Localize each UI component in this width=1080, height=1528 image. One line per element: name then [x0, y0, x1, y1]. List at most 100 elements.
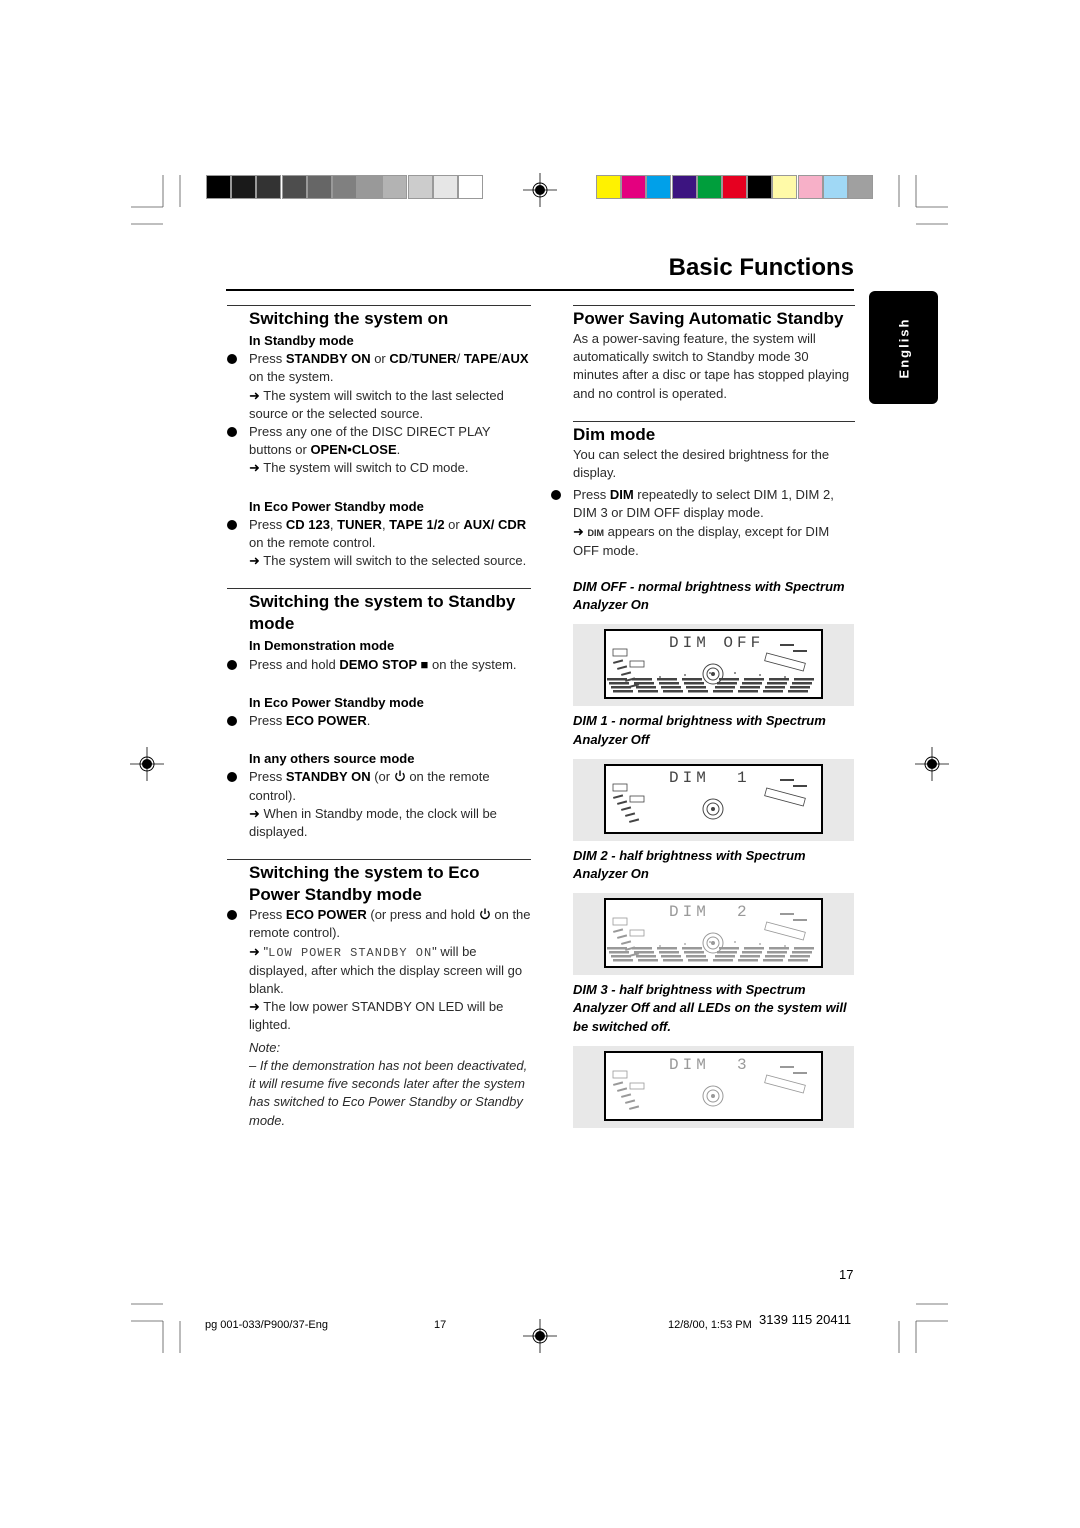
arrow-right-icon: ➜ [249, 553, 264, 569]
button-name: TAPE 1/2 [389, 516, 445, 532]
result-item: ➜ "LOW POWER STANDBY ON" will be display… [249, 943, 531, 999]
display-caption: DIM OFF - normal brightness with Spectru… [573, 579, 845, 613]
lcd-display-text: DIM OFF [669, 634, 765, 653]
page-number: 17 [839, 1267, 854, 1282]
text-segment: Press [249, 516, 286, 532]
bullet-icon [227, 659, 237, 670]
section-heading: Dim mode [573, 424, 656, 444]
text-segment: The system will switch to CD mode. [263, 460, 469, 476]
page-title: Basic Functions [668, 254, 854, 281]
text-segment: on the system. [428, 656, 517, 672]
section-rule [573, 420, 855, 422]
display-caption: DIM 3 - half brightness with Spectrum An… [573, 982, 847, 1034]
right-column: Power Saving Automatic Standby As a power… [551, 305, 855, 1134]
text-segment: Press and hold [249, 656, 340, 672]
arrow-right-icon: ➜ [249, 805, 264, 821]
color-swatch [747, 175, 773, 199]
paragraph: You can select the desired brightness fo… [573, 446, 855, 482]
print-marks [130, 173, 949, 1353]
arrow-right-icon: ➜ [249, 943, 264, 959]
color-swatch [671, 175, 697, 199]
gray-swatch [382, 175, 408, 199]
button-name: ECO POWER [285, 907, 367, 923]
language-label: English [896, 317, 911, 378]
gray-swatch [306, 175, 332, 199]
color-swatch [621, 175, 647, 199]
gray-swatch [357, 175, 383, 199]
gray-swatch [458, 175, 483, 199]
language-tab: English [869, 291, 938, 404]
section-rule [227, 588, 531, 590]
lcd-display-text: DIM 1 [669, 768, 751, 787]
power-icon [394, 770, 405, 782]
lcd-display-text: DIM 3 [669, 1055, 751, 1074]
subheading: In any others source mode [249, 751, 415, 767]
bullet-icon [227, 519, 237, 530]
lcd-display-illustration: DIM 3 [573, 1045, 854, 1128]
bullet-item: Press CD 123, TUNER, TAPE 1/2 or AUX/ CD… [227, 516, 531, 552]
color-swatch [696, 175, 722, 199]
footer-datetime: 12/8/00, 1:53 PM [668, 1319, 752, 1331]
bullet-item: Press any one of the DISC DIRECT PLAY bu… [227, 423, 531, 459]
text-segment: or [370, 351, 390, 367]
button-name: DEMO STOP ■ [339, 656, 429, 672]
arrow-right-icon: ➜ [573, 523, 588, 539]
text-segment: on the remote control. [249, 535, 376, 551]
text-segment: . [366, 713, 371, 729]
section-heading: Switching the system to Eco Power Standb… [249, 863, 480, 905]
subheading: In Standby mode [249, 333, 354, 348]
text-segment: You can select the desired brightness fo… [573, 446, 830, 481]
arrow-right-icon: ➜ [249, 460, 264, 476]
button-name: CD [389, 351, 409, 367]
subheading: In Eco Power Standby mode [249, 498, 424, 514]
footer-file-page: 17 [434, 1319, 447, 1331]
result-item: ➜ The system will switch to the selected… [249, 552, 531, 570]
result-item: ➜ DIM appears on the display, except for… [573, 523, 855, 560]
text-segment: Press [249, 713, 286, 729]
registration-mark-icon [523, 173, 557, 207]
section-heading: Switching the system on [249, 309, 449, 328]
text-segment: Press [249, 907, 286, 923]
bullet-icon [227, 427, 237, 438]
button-name: TUNER [337, 516, 382, 532]
text-segment: The system will switch to the selected s… [263, 553, 527, 569]
text-segment: / [456, 351, 464, 367]
gray-swatch [407, 175, 433, 199]
subheading: In Demonstration mode [249, 638, 395, 654]
title-rule [226, 289, 854, 291]
gray-swatch [206, 175, 231, 199]
button-name: AUX [501, 351, 529, 367]
color-swatch [822, 175, 848, 199]
bullet-item: Press ECO POWER (or press and hold on th… [227, 906, 531, 942]
button-name: ECO POWER [285, 713, 367, 729]
text-segment: . [396, 442, 401, 458]
bullet-item: Press STANDBY ON or CD/TUNER/ TAPE/AUX o… [227, 350, 531, 386]
result-item: ➜ The system will switch to the last sel… [249, 387, 531, 423]
color-swatch [797, 175, 823, 199]
paragraph: As a power-saving feature, the system wi… [573, 330, 855, 403]
bullet-item: Press STANDBY ON (or on the remote contr… [227, 768, 531, 804]
registration-mark-icon [915, 747, 949, 781]
section-rule [227, 305, 531, 306]
text-segment: Press [249, 769, 286, 785]
footer-file: pg 001-033/P900/37-Eng [205, 1319, 328, 1331]
result-item: ➜ When in Standby mode, the clock will b… [249, 805, 531, 841]
section-rule [573, 305, 855, 306]
text-segment: (or press and hold [366, 907, 479, 923]
text-segment: The low power STANDBY ON LED will be lig… [249, 999, 504, 1033]
text-segment: (or [370, 769, 394, 785]
section-heading: Power Saving Automatic Standby [573, 309, 844, 328]
lcd-display-illustration: DIM 2 [573, 893, 854, 976]
button-name: DIM [609, 487, 634, 503]
power-icon [479, 908, 490, 920]
result-item: ➜ The low power STANDBY ON LED will be l… [249, 998, 531, 1034]
color-swatch [848, 175, 873, 199]
bullet-item: Press ECO POWER. [227, 712, 531, 730]
text-segment: When in Standby mode, the clock will be … [249, 805, 497, 840]
display-caption: DIM 2 - half brightness with Spectrum An… [573, 847, 806, 882]
text-segment: on the system. [249, 369, 334, 385]
